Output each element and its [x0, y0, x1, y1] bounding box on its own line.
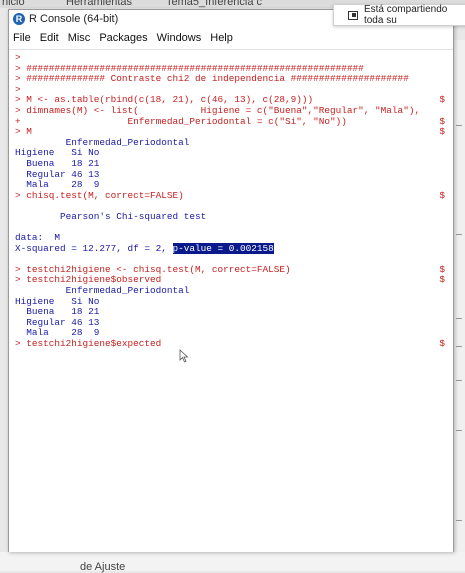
mouse-cursor-icon: [179, 349, 189, 363]
background-tab[interactable]: Tema5_Inferencia c: [166, 0, 262, 8]
background-mark: [456, 346, 462, 347]
console-line-text: Buena 18 21: [15, 306, 100, 318]
console-line-text: > ######################################…: [15, 62, 364, 74]
console-line-text: Regular 46 13: [15, 316, 100, 328]
r-console-window: R R Console (64-bit) File Edit Misc Pack…: [8, 9, 454, 552]
background-mark: [456, 125, 462, 126]
line-continuation-marker: $: [439, 189, 445, 201]
console-input-line: > testchi2higiene$expected $: [15, 338, 445, 350]
console-line-text: Mala 28 9: [15, 327, 100, 339]
background-mark: [456, 520, 462, 521]
menu-packages[interactable]: Packages: [99, 32, 147, 44]
console-line-text: data: M: [15, 232, 61, 244]
r-logo-icon: R: [13, 13, 25, 25]
console-line-text: Higiene Si No: [15, 295, 100, 307]
window-title: R Console (64-bit): [29, 13, 119, 25]
line-continuation-marker: $: [439, 126, 445, 138]
menu-windows[interactable]: Windows: [157, 32, 202, 44]
line-continuation-marker: $: [439, 94, 445, 106]
console-line-text: > M <- as.table(rbind(c(18, 21), c(46, 1…: [15, 94, 314, 106]
console-line-text: Enfermedad_Periodontal: [15, 136, 190, 148]
console-line-text: Enfermedad_Periodontal: [15, 285, 190, 297]
console-input-line: + Enfermedad_Periodontal = c("Si", "No")…: [15, 115, 445, 128]
console-line-text: > testchi2higiene <- chisq.test(M, corre…: [15, 263, 291, 275]
screen-share-text: Está compartiendo toda su: [363, 4, 448, 26]
background-tab[interactable]: Herramientas: [66, 0, 132, 8]
console-input-line: > chisq.test(M, correct=FALSE) $: [15, 189, 445, 202]
console-input-line: > ############## Contraste chi2 de indep…: [15, 73, 445, 85]
selected-text-highlight[interactable]: p-value = 0.002158: [172, 242, 274, 254]
console-line-text: Pearson's Chi-squared test: [15, 210, 207, 222]
console-line-text: > dimnames(M) <- list( Higiene = c("Buen…: [15, 104, 421, 116]
background-mark: [456, 318, 462, 319]
console-output-line: Pearson's Chi-squared test: [15, 210, 445, 223]
background-bottom-strip: [0, 552, 465, 571]
line-continuation-marker: $: [439, 274, 445, 286]
background-mark: [456, 430, 462, 431]
console-line-text: > testchi2higiene$expected: [15, 338, 162, 350]
background-mark: [456, 234, 462, 235]
menu-edit[interactable]: Edit: [40, 32, 59, 44]
background-tab[interactable]: nicio: [2, 0, 25, 8]
console-line-text: > ############## Contraste chi2 de indep…: [15, 73, 409, 85]
menu-file[interactable]: File: [13, 32, 31, 44]
menu-misc[interactable]: Misc: [68, 32, 91, 44]
screen-share-indicator[interactable]: Está compartiendo toda su: [333, 4, 465, 26]
console-line-text: Higiene Si No: [15, 147, 100, 159]
line-continuation-marker: $: [439, 338, 445, 350]
screen-share-icon: [348, 10, 358, 20]
console-line-text: > chisq.test(M, correct=FALSE): [15, 189, 184, 201]
menu-help[interactable]: Help: [210, 32, 233, 44]
console-line-text: + Enfermedad_Periodontal = c("Si", "No")…: [15, 115, 347, 127]
console-lines: > > #####################################…: [15, 52, 445, 350]
background-mark: [456, 380, 462, 381]
console-line-text: >: [15, 52, 21, 63]
console-line-text: >: [15, 83, 21, 95]
menu-bar: File Edit Misc Packages Windows Help: [9, 28, 453, 47]
console-line-text: X-squared = 12.277, df = 2,: [15, 242, 173, 254]
console-output[interactable]: > > #####################################…: [9, 49, 453, 552]
console-line-text: Mala 28 9: [15, 179, 100, 191]
console-line-text: > testchi2higiene$observed: [15, 274, 162, 286]
console-line-text: Buena 18 21: [15, 157, 100, 169]
background-bottom-text: de Ajuste: [80, 561, 126, 573]
console-output-line: X-squared = 12.277, df = 2, p-value = 0.…: [15, 242, 445, 255]
console-line-text: Regular 46 13: [15, 168, 100, 180]
console-line-text: > M: [15, 126, 32, 138]
